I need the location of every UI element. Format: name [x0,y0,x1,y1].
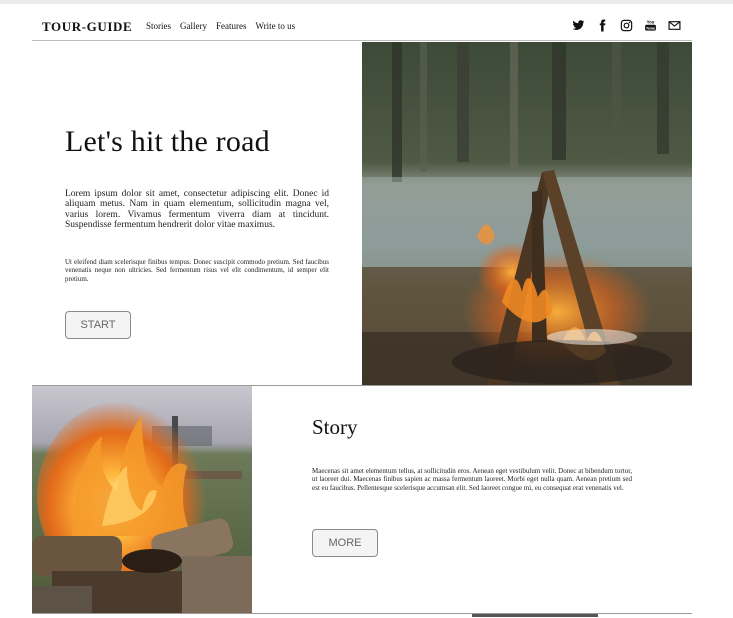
nav-link-write-to-us[interactable]: Write to us [256,21,296,31]
more-button[interactable]: MORE [312,529,378,557]
hero-campfire-image [362,42,692,385]
nav-link-gallery[interactable]: Gallery [180,21,207,31]
start-button[interactable]: START [65,311,131,339]
facebook-icon[interactable] [595,18,610,33]
hero-title: Let's hit the road [65,125,270,158]
nav-link-stories[interactable]: Stories [146,21,171,31]
nav-link-features[interactable]: Features [216,21,247,31]
youtube-icon[interactable]: You Tube [643,18,658,33]
horizontal-scrollbar-thumb[interactable] [472,614,598,617]
hero-paragraph-2: Ut eleifend diam scelerisque finibus tem… [65,258,329,283]
social-links: You Tube [571,18,682,33]
instagram-icon[interactable] [619,18,634,33]
site-header: TOUR-GUIDE Stories Gallery Features Writ… [32,12,692,41]
browser-top-edge [0,0,733,4]
story-paragraph: Maecenas sit amet elementum tellus, at s… [312,467,632,492]
twitter-icon[interactable] [571,18,586,33]
hero-section: Let's hit the road Lorem ipsum dolor sit… [32,42,362,385]
hero-paragraph-1: Lorem ipsum dolor sit amet, consectetur … [65,189,329,231]
story-title: Story [312,415,358,439]
mail-icon[interactable] [667,18,682,33]
svg-text:Tube: Tube [646,25,656,30]
story-fire-image [32,386,252,614]
brand-logo[interactable]: TOUR-GUIDE [42,19,132,35]
svg-text:You: You [647,20,655,25]
main-nav: Stories Gallery Features Write to us [146,21,295,31]
